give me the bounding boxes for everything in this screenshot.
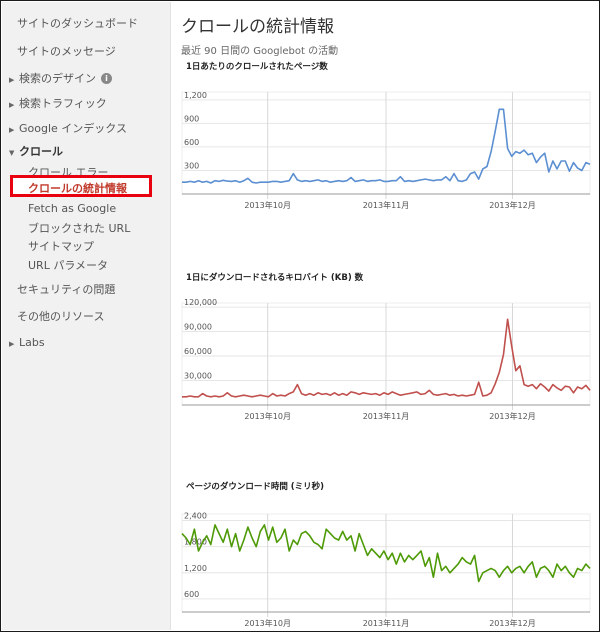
sidebar-item-label: サイトのメッセージ (17, 45, 116, 58)
chart-title: 1日にダウンロードされるキロバイト (KB) 数 (186, 273, 364, 283)
x-tick-label: 2013年10月 (244, 411, 291, 421)
x-tick-label: 2013年10月 (244, 618, 291, 628)
sidebar-item-dashboard[interactable]: サイトのダッシュボード (2, 15, 170, 31)
sidebar-item-labs[interactable]: ▶ Labs (2, 336, 170, 349)
sidebar-item-label: サイトマップ (28, 240, 94, 253)
sidebar-item-label: 検索トラフィック (19, 97, 107, 110)
y-tick-label: 300 (184, 161, 199, 170)
sidebar-item-security-issues[interactable]: セキュリティの問題 (2, 281, 170, 297)
caret-right-icon: ▶ (9, 101, 15, 109)
sidebar-item-label: Google インデックス (19, 122, 127, 135)
download-time-chart: 6001,2001,8002,4002013年10月 2013年11月 2013年1… (181, 512, 591, 628)
y-tick-label: 90,000 (184, 323, 212, 332)
y-tick-label: 120,000 (184, 299, 217, 307)
x-tick-label: 2013年11月 (363, 411, 410, 421)
pages-crawled-chart: 300 600 900 1,200 2013年10月 2013年11月 2013年12月 (181, 91, 591, 210)
sidebar-item-label: セキュリティの問題 (17, 283, 116, 296)
kilobytes-downloaded-chart: 30,000 60,000 90,000 120,000 2013年10月 2013年11… (181, 299, 591, 421)
sidebar-item-label: Labs (19, 336, 45, 349)
sidebar-item-url-parameters[interactable]: URL パラメータ (2, 257, 170, 273)
caret-right-icon: ▶ (9, 340, 15, 348)
sidebar-item-blocked-urls[interactable]: ブロックされた URL (2, 220, 170, 236)
y-tick-label: 60,000 (184, 347, 212, 356)
sidebar-item-search-appearance[interactable]: ▶ 検索のデザイン i (2, 70, 170, 86)
window-frame: サイトのダッシュボード サイトのメッセージ ▶ 検索のデザイン i ▶ 検索トラフィッ… (0, 0, 600, 632)
y-tick-label: 900 (184, 114, 199, 123)
y-tick-label: 1,200 (184, 564, 207, 573)
y-tick-label: 1,200 (184, 91, 207, 100)
sidebar-item-label: 検索のデザイン (19, 72, 96, 85)
caret-down-icon: ▼ (9, 149, 15, 157)
chart-title: 1日あたりのクロールされたページ数 (186, 62, 328, 72)
sidebar-item-label: クロール (19, 145, 63, 158)
x-tick-label: 2013年12月 (489, 200, 536, 210)
info-icon[interactable]: i (101, 73, 112, 84)
sidebar-item-label: サイトのダッシュボード (17, 17, 138, 30)
sidebar-item-label: その他のリソース (17, 310, 105, 323)
sidebar-item-sitemaps[interactable]: サイトマップ (2, 238, 170, 254)
main-content: クロールの統計情報 最近 90 日間の Googlebot の活動 1日あたりの… (172, 2, 599, 630)
sidebar-item-messages[interactable]: サイトのメッセージ (2, 43, 170, 59)
sidebar-item-crawl-stats[interactable]: クロールの統計情報 (28, 180, 127, 196)
x-tick-label: 2013年11月 (363, 200, 410, 210)
x-tick-label: 2013年12月 (489, 411, 536, 421)
sidebar-item-label: URL パラメータ (28, 259, 108, 272)
x-tick-label: 2013年12月 (489, 618, 536, 628)
sidebar-item-label: Fetch as Google (28, 202, 117, 215)
sidebar-item-google-index[interactable]: ▶ Google インデックス (2, 120, 170, 136)
page-subtitle: 最近 90 日間の Googlebot の活動 (181, 46, 339, 57)
chart-title: ページのダウンロード時間 (ミリ秒) (186, 482, 325, 492)
x-tick-label: 2013年11月 (363, 618, 410, 628)
x-tick-label: 2013年10月 (244, 200, 291, 210)
y-tick-label: 600 (184, 138, 199, 147)
sidebar: サイトのダッシュボード サイトのメッセージ ▶ 検索のデザイン i ▶ 検索トラフィッ… (2, 2, 171, 630)
sidebar-item-label: ブロックされた URL (28, 222, 131, 235)
y-tick-label: 600 (184, 590, 199, 599)
caret-right-icon: ▶ (9, 76, 15, 84)
sidebar-item-crawl[interactable]: ▼ クロール (2, 143, 170, 159)
sidebar-item-other-resources[interactable]: その他のリソース (2, 308, 170, 324)
sidebar-item-fetch-as-google[interactable]: Fetch as Google (2, 202, 170, 215)
sidebar-item-search-traffic[interactable]: ▶ 検索トラフィック (2, 95, 170, 111)
caret-right-icon: ▶ (9, 126, 15, 134)
page-title: クロールの統計情報 (181, 17, 334, 37)
y-tick-label: 30,000 (184, 372, 212, 381)
y-tick-label: 2,400 (184, 512, 207, 521)
